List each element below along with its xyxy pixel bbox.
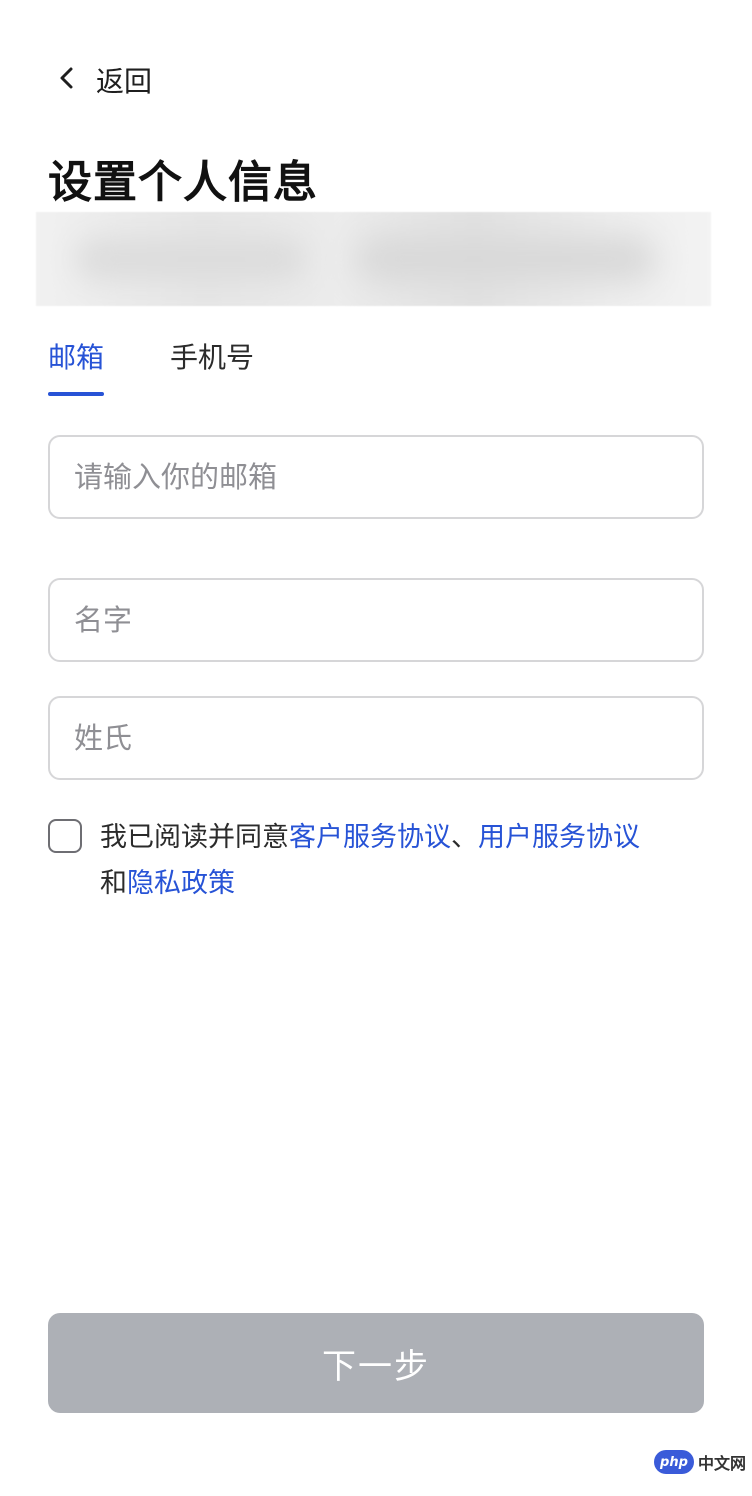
privacy-policy-link[interactable]: 隐私政策: [127, 868, 235, 899]
set-personal-info-screen: 返回 设置个人信息 邮箱 手机号 我已阅读并同意客户服务协议、用户服务协议和隐私…: [0, 0, 752, 1496]
agreement-checkbox[interactable]: [48, 819, 82, 853]
chevron-left-icon: [52, 63, 82, 97]
tab-email[interactable]: 邮箱: [48, 336, 105, 396]
tab-email-label: 邮箱: [48, 341, 105, 374]
user-service-agreement-link[interactable]: 用户服务协议: [478, 822, 640, 853]
first-name-field-container: [48, 578, 704, 662]
agreement-and: 和: [100, 868, 127, 899]
php-logo-badge: php: [653, 1450, 694, 1474]
blurred-banner: [36, 212, 711, 306]
back-label: 返回: [96, 65, 153, 98]
email-field-container: [48, 435, 704, 519]
last-name-field-container: [48, 696, 704, 780]
email-input[interactable]: [50, 437, 702, 517]
customer-service-agreement-link[interactable]: 客户服务协议: [289, 822, 451, 853]
active-tab-indicator: [48, 392, 105, 396]
login-method-tabs: 邮箱 手机号: [48, 336, 254, 396]
agreement-text: 我已阅读并同意客户服务协议、用户服务协议和隐私政策: [100, 815, 640, 907]
next-step-button[interactable]: 下一步: [48, 1313, 704, 1413]
watermark-text: 中文网: [697, 1454, 746, 1473]
agreement-prefix: 我已阅读并同意: [100, 822, 289, 853]
agreement-separator: 、: [451, 822, 478, 853]
agreement-row: 我已阅读并同意客户服务协议、用户服务协议和隐私政策: [48, 815, 708, 907]
page-title: 设置个人信息: [48, 157, 318, 208]
first-name-input[interactable]: [50, 580, 702, 660]
last-name-input[interactable]: [50, 698, 702, 778]
site-watermark: php 中文网: [653, 1450, 746, 1474]
tab-phone-label: 手机号: [170, 341, 255, 374]
tab-phone[interactable]: 手机号: [170, 336, 254, 396]
back-button[interactable]: 返回: [52, 60, 152, 100]
